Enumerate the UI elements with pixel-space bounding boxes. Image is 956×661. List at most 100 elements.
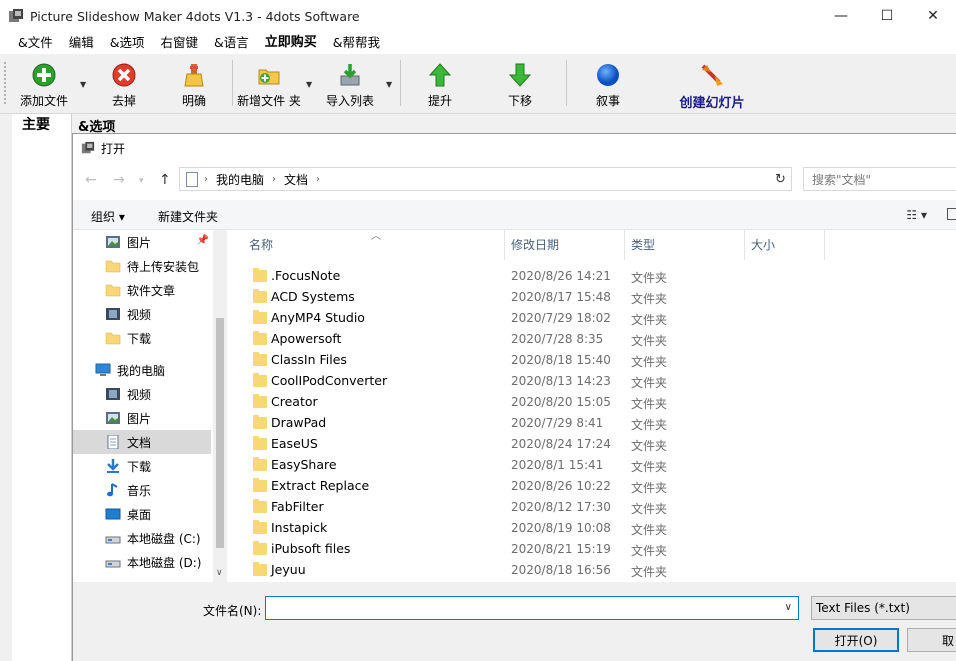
file-date: 2020/8/18 16:56 [511,563,611,577]
column-header-size[interactable]: 大小 [745,230,825,260]
file-row[interactable]: EasyShare 2020/8/1 15:41 文件夹 [231,455,956,476]
file-date: 2020/8/19 10:08 [511,521,611,535]
column-header-type[interactable]: 类型 [625,230,745,260]
nav-item[interactable]: 软件文章 [73,278,211,302]
create-slideshow-label: 创建幻灯片 [679,96,745,111]
import-list-button[interactable]: 导入列表 [322,58,378,110]
file-row[interactable]: ClassIn Files 2020/8/18 15:40 文件夹 [231,350,956,371]
organize-button[interactable]: 组织 ▾ [91,208,125,225]
nav-scrollbar-thumb[interactable] [216,318,224,548]
cancel-button[interactable]: 取 [907,628,956,652]
column-header-name[interactable]: 名称 ︿ [243,230,505,260]
videos-icon [105,387,121,401]
nav-item-label: 本地磁盘 (C:) [127,531,201,546]
search-input[interactable]: 搜索"文档" [803,167,956,191]
file-row[interactable]: ACD Systems 2020/8/17 15:48 文件夹 [231,287,956,308]
back-arrow-icon[interactable]: ← [85,172,97,188]
add-file-button[interactable]: 添加文件 [16,58,72,110]
open-button[interactable]: 打开(O) [813,628,899,652]
file-date: 2020/7/29 18:02 [511,311,611,325]
new-folder-dropdown-icon[interactable]: ▼ [306,80,312,89]
nav-item[interactable]: 音乐 [73,478,211,502]
menu-options[interactable]: &选项 [102,32,153,54]
file-date: 2020/7/29 8:41 [511,416,604,430]
nav-item[interactable]: 文档 [73,430,211,454]
nav-item-label: 视频 [127,307,152,322]
minimize-button[interactable]: — [818,0,864,32]
maximize-button[interactable]: ☐ [864,0,910,32]
view-options-icon[interactable]: ☷ ▾ [906,208,927,222]
folder-icon [253,288,267,303]
filename-dropdown-icon[interactable]: ∨ [785,602,792,613]
new-folder-dialog-button[interactable]: 新建文件夹 [158,208,218,225]
nav-item[interactable]: 我的电脑 [73,358,211,382]
add-file-dropdown-icon[interactable]: ▼ [80,80,86,89]
menu-buy-now[interactable]: 立即购买 [257,32,325,54]
nav-item[interactable]: 本地磁盘 (D:) [73,550,211,574]
new-folder-button[interactable]: 新增文件 夹 [236,58,302,110]
app-logo-icon [8,8,24,24]
preview-pane-icon[interactable] [947,208,956,220]
nav-item[interactable]: 本地磁盘 (C:) [73,526,211,550]
file-row[interactable]: EaseUS 2020/8/24 17:24 文件夹 [231,434,956,455]
file-row[interactable]: Apowersoft 2020/7/28 8:35 文件夹 [231,329,956,350]
file-row[interactable]: Jeyuu 2020/8/18 16:56 文件夹 [231,560,956,581]
menu-help[interactable]: &帮帮我 [325,32,388,54]
filename-input[interactable]: ∨ [265,596,799,620]
column-date-label: 修改日期 [511,238,560,252]
nav-item[interactable]: 图片 [73,406,211,430]
close-button[interactable]: ✕ [910,0,956,32]
clear-button[interactable]: 明确 [174,58,214,110]
nav-item[interactable]: 视频 [73,382,211,406]
history-chevron-icon[interactable]: ▾ [139,176,144,186]
documents-icon [105,434,121,450]
remove-label: 去掉 [111,94,136,108]
file-row[interactable]: Extract Replace 2020/8/26 10:22 文件夹 [231,476,956,497]
file-name: Extract Replace [271,478,370,493]
file-type: 文件夹 [631,523,668,537]
menu-edit[interactable]: 编辑 [61,32,102,54]
address-bar[interactable]: › 我的电脑 › 文档 › ∨ [179,167,791,191]
refresh-button[interactable]: ↻ [770,167,792,191]
breadcrumb-computer[interactable]: 我的电脑 [216,171,264,188]
pin-icon[interactable]: 📌 [197,235,209,246]
up-arrow-icon[interactable]: ↑ [159,172,171,188]
nav-item[interactable]: 桌面 [73,502,211,526]
move-down-button[interactable]: 下移 [500,58,540,110]
remove-button[interactable]: 去掉 [104,58,144,110]
file-row[interactable]: Creator 2020/8/20 15:05 文件夹 [231,392,956,413]
nav-scrollbar[interactable]: ∨ [213,230,227,582]
magic-wand-icon [699,62,725,88]
add-file-label: 添加文件 [19,94,68,108]
nav-item[interactable]: 待上传安装包 [73,254,211,278]
nav-item[interactable]: 下载 [73,326,211,350]
file-row[interactable]: iPubsoft files 2020/8/21 15:19 文件夹 [231,539,956,560]
file-row[interactable]: FabFilter 2020/8/12 17:30 文件夹 [231,497,956,518]
file-row[interactable]: .FocusNote 2020/8/26 14:21 文件夹 [231,266,956,287]
file-row[interactable]: CoolIPodConverter 2020/8/13 14:23 文件夹 [231,371,956,392]
file-row[interactable]: Instapick 2020/8/19 10:08 文件夹 [231,518,956,539]
file-type-filter[interactable]: Text Files (*.txt) [811,596,956,620]
nav-item[interactable]: 视频 [73,302,211,326]
file-type: 文件夹 [631,502,668,516]
breadcrumb-documents[interactable]: 文档 [284,171,308,188]
nav-item-label: 文档 [127,435,152,450]
nav-item[interactable]: 下载 [73,454,211,478]
import-list-dropdown-icon[interactable]: ▼ [386,80,392,89]
move-up-button[interactable]: 提升 [420,58,460,110]
forward-arrow-icon[interactable]: → [113,172,125,188]
file-row[interactable]: AnyMP4 Studio 2020/7/29 18:02 文件夹 [231,308,956,329]
menu-file[interactable]: &文件 [10,32,61,54]
folder-icon [253,540,267,555]
folder-icon [253,498,267,513]
menu-language[interactable]: &语言 [206,32,257,54]
file-name: ClassIn Files [271,352,347,367]
narrate-button[interactable]: 叙事 [588,58,628,110]
nav-item[interactable]: 图片 📌 [73,230,211,254]
nav-item-label: 本地磁盘 (D:) [127,555,202,570]
menu-right-window[interactable]: 右窗键 [153,32,207,54]
create-slideshow-button[interactable]: 创建幻灯片 [672,58,752,111]
file-row[interactable]: DrawPad 2020/7/29 8:41 文件夹 [231,413,956,434]
column-header-date[interactable]: 修改日期 [505,230,625,260]
scroll-down-icon[interactable]: ∨ [216,568,223,578]
